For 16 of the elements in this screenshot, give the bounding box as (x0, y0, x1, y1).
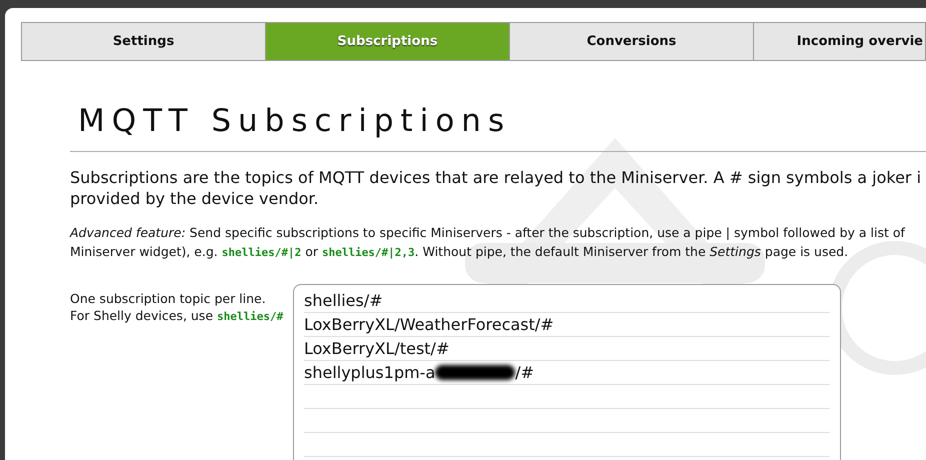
topic-text: LoxBerryXL/WeatherForecast/# (304, 314, 554, 336)
intro-text: Subscriptions are the topics of MQTT devices that are relayed to the Miniserver. A # sign symbols a joker i (70, 167, 922, 188)
intro-text: provided by the device vendor. (70, 188, 320, 209)
tab[interactable]: Settings (21, 22, 266, 61)
page-title: MQTT Subscriptions (78, 103, 512, 139)
tab[interactable]: Incoming overvie (753, 22, 926, 61)
advanced-text: Miniserver widget), e.g. shellies/#|2 or shellies/#|2,3. Without pipe, the default Miniserver from the Settings page is used. (70, 243, 850, 261)
topic-text: shellies/# (304, 290, 383, 312)
topic-text: /# (515, 362, 534, 384)
topics-field[interactable]: shellies/# LoxBerryXL/WeatherForecast/# LoxBerryXL/test/# shellyplus1pm-a /# (293, 284, 841, 460)
help-text: One subscription topic per line. (70, 290, 267, 307)
advanced-text: Advanced feature: Send specific subscriptions to specific Miniservers - after the subscription, use a pipe | symbol followed by a list of (70, 224, 906, 242)
help-text: For Shelly devices, use shellies/# (70, 307, 284, 325)
tab[interactable]: Conversions (509, 22, 754, 61)
topic-text: shellyplus1pm-a (304, 362, 436, 384)
topic-text: LoxBerryXL/test/# (304, 338, 450, 360)
